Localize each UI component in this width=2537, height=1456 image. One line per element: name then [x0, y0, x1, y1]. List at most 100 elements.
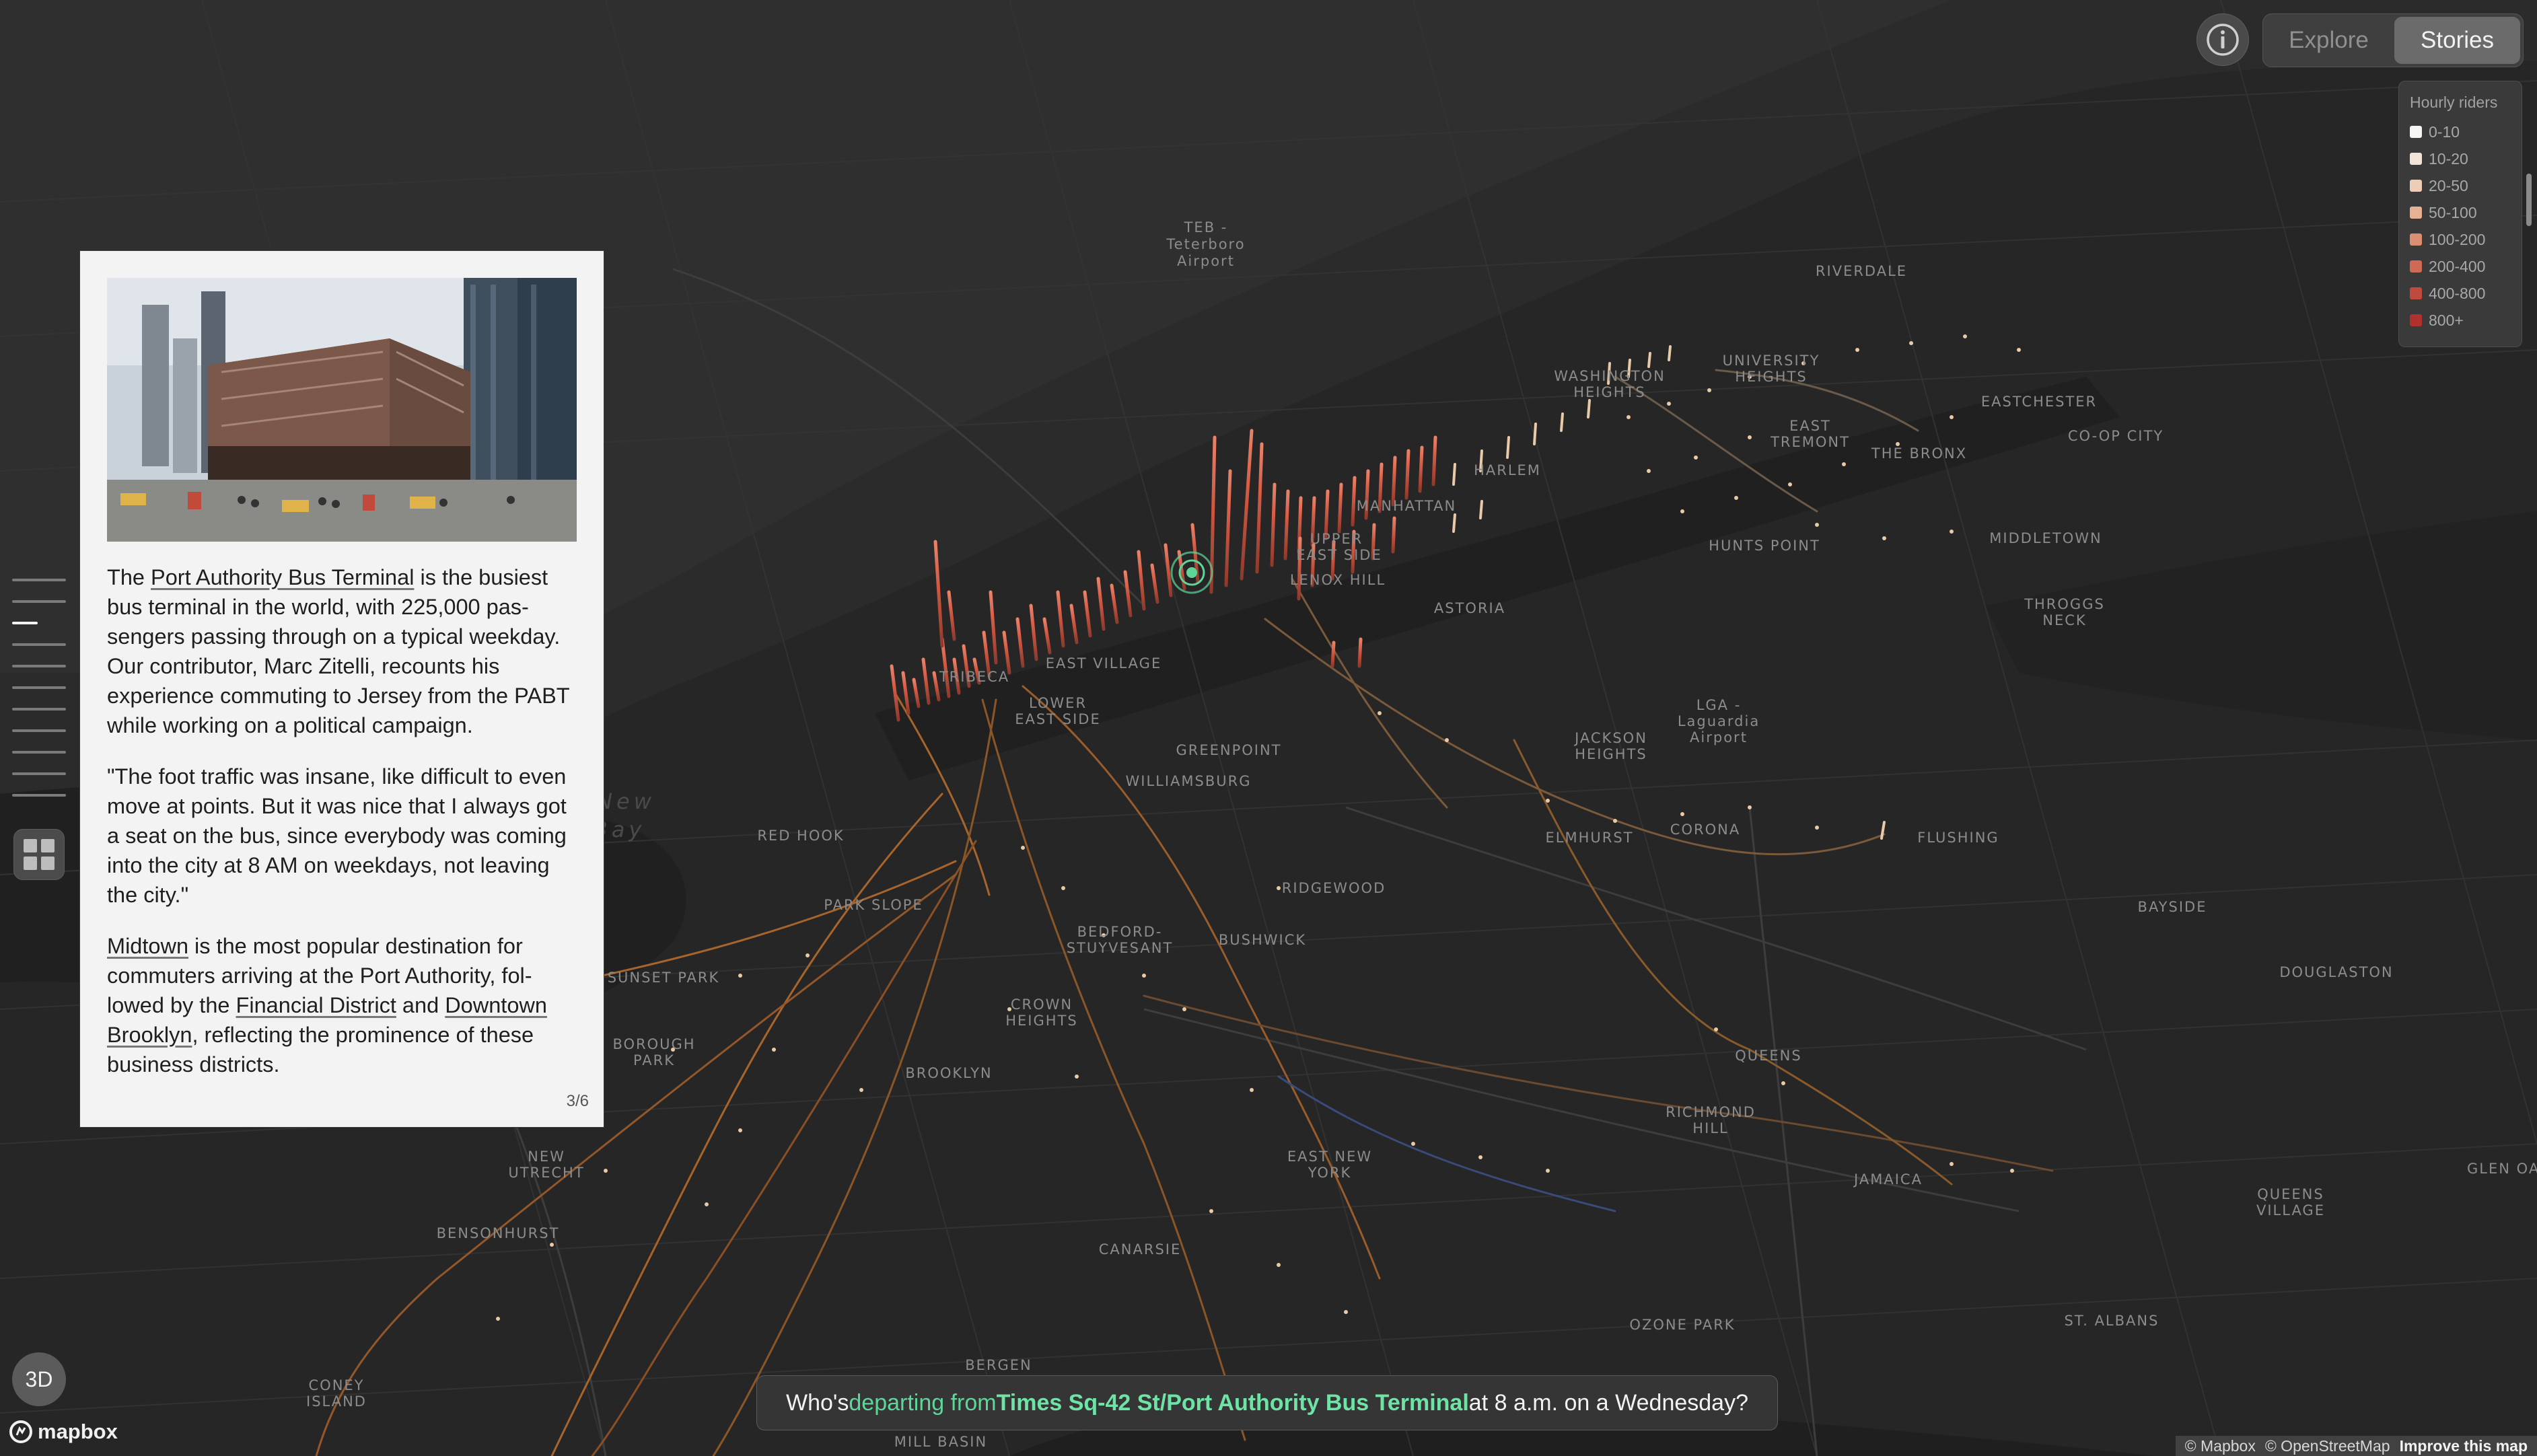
legend-swatch: [2410, 126, 2422, 138]
story-step-10[interactable]: [12, 772, 66, 775]
map-label: MILL BASIN: [894, 1434, 987, 1450]
legend-item: 200-400: [2410, 253, 2511, 280]
legend-swatch: [2410, 153, 2422, 165]
map-label: EAST: [1789, 418, 1831, 434]
midtown-link[interactable]: Midtown: [107, 934, 188, 958]
legend-swatch: [2410, 180, 2422, 192]
story-paragraph-intro: The Port Authority Bus Terminal is the b…: [107, 565, 570, 737]
improve-map-link[interactable]: Improve this map: [2400, 1437, 2528, 1455]
map-label: EAST SIDE: [1296, 547, 1382, 563]
map-label: Airport: [1177, 253, 1235, 269]
story-photo: [107, 278, 577, 542]
map-label: CROWN: [1011, 996, 1073, 1013]
story-step-8[interactable]: [12, 729, 66, 732]
grid-icon: [24, 839, 55, 870]
map-label: HILL: [1692, 1120, 1728, 1136]
map-label: STUYVESANT: [1067, 940, 1174, 956]
map-label: HARLEM: [1474, 462, 1541, 478]
map-label: RICHMOND: [1666, 1104, 1756, 1120]
map-label: Airport: [1690, 729, 1748, 745]
story-page-indicator: 3/6: [566, 1092, 589, 1110]
legend-item: 20-50: [2410, 172, 2511, 199]
map-label: BROOKLYN: [905, 1065, 992, 1081]
map-label: MANHATTAN: [1357, 498, 1456, 514]
map-label: DOUGLASTON: [2279, 964, 2393, 980]
story-step-6[interactable]: [12, 686, 66, 689]
legend-item: 10-20: [2410, 145, 2511, 172]
port-authority-link[interactable]: Port Authority Bus Terminal: [151, 565, 414, 589]
mapbox-logo-text: mapbox: [38, 1420, 118, 1443]
map-label: Teterboro: [1166, 236, 1245, 252]
story-card: The Port Authority Bus Terminal is the b…: [79, 250, 604, 1128]
station-selector[interactable]: Times Sq-42 St/Port Authority Bus Termin…: [997, 1390, 1469, 1416]
legend-label: 0-10: [2429, 122, 2460, 141]
map-label: LOWER: [1029, 695, 1087, 711]
ridership-legend: Hourly riders 0-10 10-20 20-50 50-100 100-20…: [2398, 81, 2522, 347]
map-label: New: [596, 789, 655, 814]
story-paragraph-quote: "The foot traffic was insane, like diffi…: [107, 764, 567, 907]
map-label: HEIGHTS: [1575, 746, 1647, 762]
financial-district-link[interactable]: Financial District: [236, 993, 396, 1017]
map-label: HEIGHTS: [1735, 369, 1807, 385]
map-label: TRIBECA: [939, 669, 1009, 685]
story-step-9[interactable]: [12, 751, 66, 754]
map-attribution: © Mapbox © OpenStreetMap Improve this ma…: [2175, 1436, 2537, 1456]
map-label: RIVERDALE: [1816, 263, 1907, 279]
map-label: HUNTS POINT: [1709, 538, 1820, 554]
stories-tab[interactable]: Stories: [2394, 17, 2520, 64]
story-step-7[interactable]: [12, 708, 66, 711]
legend-label: 200-400: [2429, 257, 2486, 275]
info-button[interactable]: [2196, 13, 2249, 66]
map-label: THROGGS: [2024, 596, 2105, 612]
map-label: BERGEN: [965, 1357, 1032, 1373]
story-step-2[interactable]: [12, 600, 66, 603]
map-label: LENOX HILL: [1290, 572, 1386, 588]
map-label: THE BRONX: [1871, 445, 1967, 462]
story-step-3-active[interactable]: [12, 622, 38, 624]
explore-tab[interactable]: Explore: [2266, 17, 2392, 64]
story-stepper: [12, 579, 67, 807]
legend-item: 50-100: [2410, 199, 2511, 226]
direction-selector[interactable]: departing from: [849, 1390, 996, 1416]
map-label: MIDDLETOWN: [1989, 530, 2102, 546]
map-label: LGA -: [1696, 697, 1742, 713]
map-label: ASTORIA: [1434, 600, 1505, 616]
map-label: CONEY: [309, 1377, 365, 1393]
map-label: UNIVERSITY: [1723, 353, 1820, 369]
map-label: EASTCHESTER: [1981, 394, 2097, 410]
grid-view-button[interactable]: [13, 829, 65, 880]
map-label: ISLAND: [306, 1393, 367, 1410]
map-label: QUEENS: [2257, 1186, 2324, 1202]
map-label: WASHINGTON: [1554, 368, 1666, 384]
map-label: JAMAICA: [1853, 1171, 1923, 1188]
info-icon: [2207, 24, 2239, 56]
story-step-4[interactable]: [12, 643, 66, 646]
map-label: QUEENS: [1735, 1048, 1801, 1064]
toggle-3d-button[interactable]: 3D: [12, 1352, 66, 1406]
map-label: JACKSON: [1573, 730, 1647, 746]
legend-label: 100-200: [2429, 230, 2486, 248]
map-label: UTRECHT: [508, 1165, 584, 1181]
map-label: ST. ALBANS: [2065, 1313, 2159, 1329]
map-label: TEB -: [1184, 219, 1228, 235]
map-label: CANARSIE: [1099, 1241, 1182, 1258]
legend-label: 400-800: [2429, 284, 2486, 302]
map-label: Laguardia: [1678, 713, 1760, 729]
osm-attribution-link[interactable]: © OpenStreetMap: [2265, 1437, 2390, 1455]
map-label: SUNSET PARK: [608, 970, 720, 986]
map-label: RIDGEWOOD: [1282, 880, 1386, 896]
map-label: VILLAGE: [2256, 1202, 2325, 1218]
map-label: BOROUGH: [612, 1036, 695, 1052]
map-label: CO-OP CITY: [2068, 428, 2164, 444]
story-step-5[interactable]: [12, 665, 66, 667]
map-label: FLUSHING: [1917, 830, 1999, 846]
map-label: PARK: [633, 1052, 675, 1068]
map-label: YORK: [1308, 1165, 1352, 1181]
mapbox-attribution-link[interactable]: © Mapbox: [2185, 1437, 2256, 1455]
legend-swatch: [2410, 314, 2422, 326]
map-label: BEDFORD-: [1077, 924, 1163, 940]
mapbox-logo[interactable]: mapbox: [9, 1420, 118, 1444]
story-step-1[interactable]: [12, 579, 66, 581]
story-step-11[interactable]: [12, 794, 66, 797]
scrollbar-thumb[interactable]: [2526, 174, 2532, 226]
